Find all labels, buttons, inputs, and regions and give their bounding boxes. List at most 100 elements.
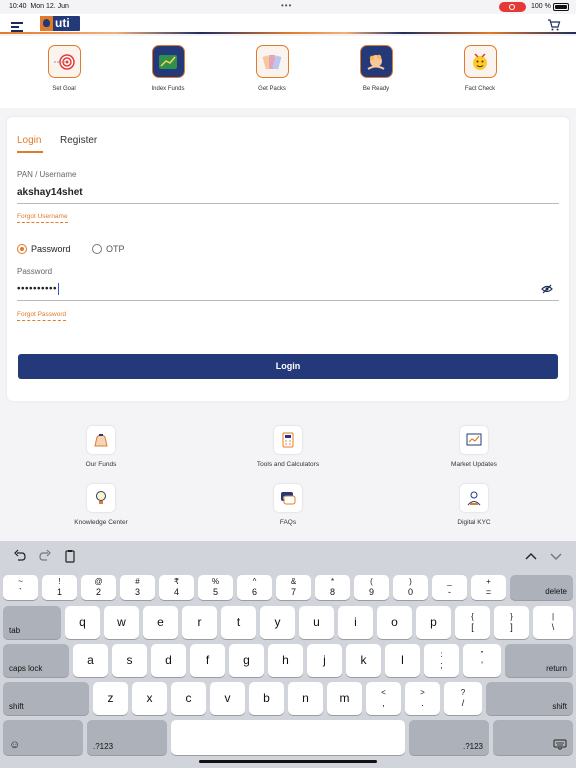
key-b[interactable]: b	[249, 682, 284, 715]
shift-left-key[interactable]: shift	[3, 682, 89, 715]
key-l[interactable]: l	[385, 644, 420, 677]
service-faqs[interactable]: FAQ FAQs	[233, 484, 343, 526]
key-backslash[interactable]: | \	[533, 606, 573, 639]
emoji-icon: ☺	[9, 739, 21, 751]
tab-key[interactable]: tab	[3, 606, 61, 639]
tab-register[interactable]: Register	[60, 135, 97, 146]
undo-icon[interactable]	[13, 549, 27, 563]
key-bracket-left[interactable]: {[	[455, 606, 490, 639]
delete-key[interactable]: delete	[510, 575, 573, 600]
password-field[interactable]: ••••••••••	[17, 283, 60, 295]
space-key[interactable]	[171, 720, 405, 755]
key-s[interactable]: s	[112, 644, 147, 677]
key-y[interactable]: y	[260, 606, 295, 639]
tile-get-packs[interactable]: Get Packs	[237, 45, 307, 92]
key-0[interactable]: ) 0	[393, 575, 428, 600]
numbers-right-key[interactable]: .?123	[409, 720, 489, 755]
key-4[interactable]: ₹4	[159, 575, 194, 600]
forgot-password-link[interactable]: Forgot Password	[17, 311, 67, 321]
multitask-indicator[interactable]: •••	[281, 1, 292, 10]
tile-label: Set Goal	[52, 86, 76, 92]
tab-login[interactable]: Login	[17, 135, 41, 146]
key-m[interactable]: m	[327, 682, 362, 715]
key-z[interactable]: z	[93, 682, 128, 715]
key-i[interactable]: i	[338, 606, 373, 639]
radio-otp[interactable]: OTP	[92, 244, 125, 254]
service-tools-calculators[interactable]: Tools and Calculators	[233, 426, 343, 468]
key-a[interactable]: a	[73, 644, 108, 677]
key-7[interactable]: & 7	[276, 575, 311, 600]
caps-lock-key[interactable]: caps lock	[3, 644, 69, 677]
service-label: Digital KYC	[457, 519, 491, 526]
key-o[interactable]: o	[377, 606, 412, 639]
key-comma[interactable]: <,	[366, 682, 401, 715]
key-r[interactable]: r	[182, 606, 217, 639]
key-semicolon[interactable]: :;	[424, 644, 459, 677]
plant-hand-icon	[359, 45, 393, 78]
shift-right-key[interactable]: shift	[486, 682, 573, 715]
hide-keyboard-key[interactable]	[493, 720, 573, 755]
key-equals[interactable]: + =	[471, 575, 506, 600]
service-market-updates[interactable]: Market Updates	[419, 426, 529, 468]
key-j[interactable]: j	[307, 644, 342, 677]
key-w[interactable]: w	[104, 606, 139, 639]
header-divider	[0, 32, 576, 34]
paste-icon[interactable]	[63, 549, 77, 563]
username-field[interactable]: akshay14shet	[17, 187, 83, 198]
key-c[interactable]: c	[171, 682, 206, 715]
key-g[interactable]: g	[229, 644, 264, 677]
key-p[interactable]: p	[416, 606, 451, 639]
key-bracket-right[interactable]: }]	[494, 606, 529, 639]
key-t[interactable]: t	[221, 606, 256, 639]
numbers-left-key[interactable]: .?123	[87, 720, 167, 755]
faq-icon: FAQ	[274, 484, 302, 512]
login-button[interactable]: Login	[18, 354, 558, 379]
chevron-up-icon[interactable]	[524, 549, 538, 563]
key-slash[interactable]: ? /	[444, 682, 482, 715]
uti-logo[interactable]: uti	[40, 16, 80, 31]
key-h[interactable]: h	[268, 644, 303, 677]
key-k[interactable]: k	[346, 644, 381, 677]
key-2[interactable]: @2	[81, 575, 116, 600]
key-v[interactable]: v	[210, 682, 245, 715]
cart-icon[interactable]	[547, 18, 561, 32]
service-our-funds[interactable]: Our Funds	[46, 426, 156, 468]
kyc-icon	[460, 484, 488, 512]
eye-slash-icon[interactable]	[541, 284, 553, 294]
key-e[interactable]: e	[143, 606, 178, 639]
emoji-key[interactable]: ☺	[3, 720, 83, 755]
key-n[interactable]: n	[288, 682, 323, 715]
return-key[interactable]: return	[505, 644, 573, 677]
tile-be-ready[interactable]: Be Ready	[341, 45, 411, 92]
tile-index-funds[interactable]: Index Funds	[133, 45, 203, 92]
key-backtick[interactable]: ~ `	[3, 575, 38, 600]
key-5[interactable]: % 5	[198, 575, 233, 600]
tile-set-goal[interactable]: Set Goal	[29, 45, 99, 92]
service-knowledge-center[interactable]: Knowledge Center	[46, 484, 156, 526]
key-3[interactable]: #3	[120, 575, 155, 600]
key-6[interactable]: ^ 6	[237, 575, 272, 600]
chevron-down-icon[interactable]	[549, 549, 563, 563]
service-digital-kyc[interactable]: Digital KYC	[419, 484, 529, 526]
key-1[interactable]: ! 1	[42, 575, 77, 600]
tile-label: Fact Check	[464, 86, 496, 92]
home-indicator[interactable]	[199, 760, 377, 763]
key-x[interactable]: x	[132, 682, 167, 715]
redo-icon[interactable]	[38, 549, 52, 563]
tile-fact-check[interactable]: Fact Check	[445, 45, 515, 92]
key-f[interactable]: f	[190, 644, 225, 677]
key-8[interactable]: * 8	[315, 575, 350, 600]
key-minus[interactable]: _ -	[432, 575, 467, 600]
key-d[interactable]: d	[151, 644, 186, 677]
service-label: Market Updates	[451, 461, 497, 468]
target-icon	[47, 45, 81, 78]
key-quote[interactable]: ”’	[463, 644, 501, 677]
key-u[interactable]: u	[299, 606, 334, 639]
radio-password-label: Password	[31, 244, 71, 254]
key-q[interactable]: q	[65, 606, 100, 639]
forgot-username-link[interactable]: Forgot Username	[17, 213, 68, 223]
key-9[interactable]: (9	[354, 575, 389, 600]
radio-password[interactable]: Password	[17, 244, 71, 254]
password-underline	[17, 300, 559, 301]
key-period[interactable]: >.	[405, 682, 440, 715]
